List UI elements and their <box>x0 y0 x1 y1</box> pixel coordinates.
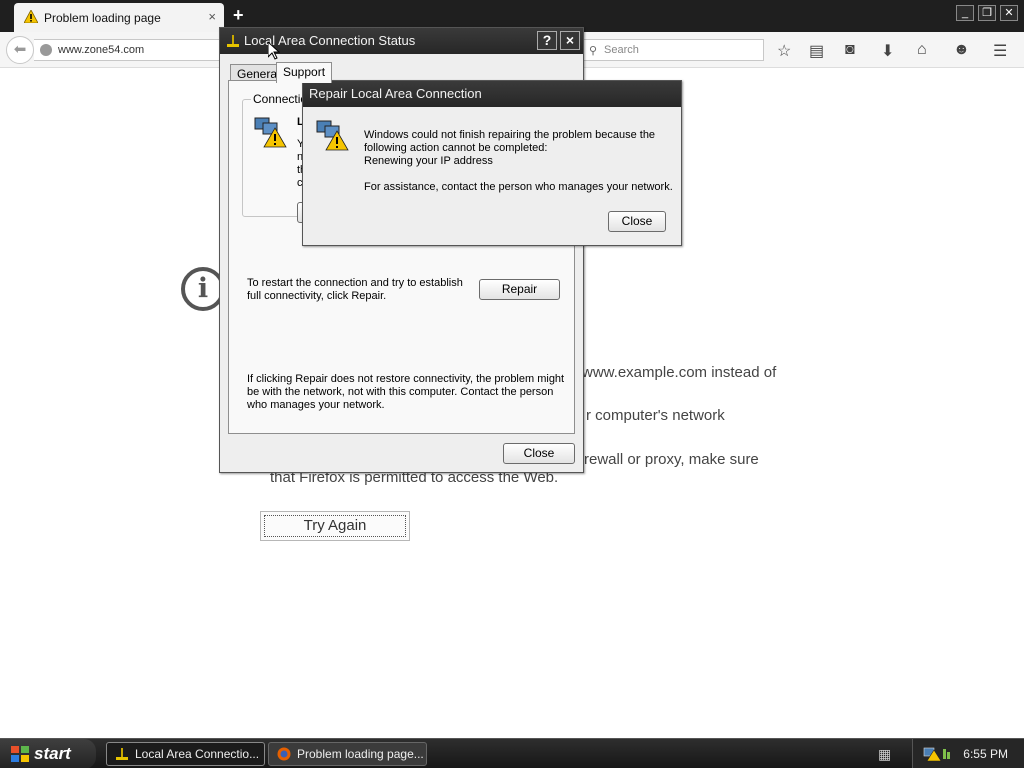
pocket-icon[interactable]: ◙ <box>845 41 855 59</box>
taskbar-item-firefox[interactable]: Problem loading page... <box>268 742 427 766</box>
network-connection-icon <box>116 748 128 760</box>
search-placeholder: Search <box>604 44 639 56</box>
network-warning-icon <box>316 120 349 151</box>
minimize-button[interactable]: _ <box>956 5 974 21</box>
search-input[interactable]: ⚲ Search <box>582 39 764 61</box>
mouse-cursor-icon <box>268 42 280 60</box>
system-clock: 6:55 PM <box>963 747 1008 761</box>
windows-logo-icon <box>11 746 29 762</box>
repair-button[interactable]: Repair <box>479 279 560 300</box>
help-button[interactable]: ? <box>537 31 557 50</box>
start-label: start <box>34 744 71 763</box>
globe-icon <box>40 44 52 56</box>
bookmark-star-icon[interactable]: ☆ <box>777 41 791 61</box>
browser-tab[interactable]: Problem loading page × <box>14 3 224 32</box>
try-again-label: Try Again <box>264 515 406 537</box>
new-tab-button[interactable]: + <box>233 5 244 26</box>
tab-support[interactable]: Support <box>276 62 333 83</box>
error-text-line-2: r computer's network <box>586 407 725 424</box>
repair-help-text: If clicking Repair does not restore conn… <box>247 373 565 411</box>
firefox-icon <box>277 747 291 761</box>
restore-button[interactable]: ❐ <box>978 5 996 21</box>
repair-message-line-2: following action cannot be completed: <box>364 142 548 154</box>
repair-title-bar[interactable]: Repair Local Area Connection <box>303 81 681 107</box>
taskbar-item-connection-status[interactable]: Local Area Connectio... <box>106 742 265 766</box>
home-icon[interactable]: ⌂ <box>917 41 927 59</box>
network-warning-icon <box>254 117 287 148</box>
back-arrow-icon: ⬅ <box>13 41 27 58</box>
window-close-button[interactable]: ✕ <box>1000 5 1018 21</box>
repair-message-line-1: Windows could not finish repairing the p… <box>364 129 656 141</box>
repair-close-button[interactable]: Close <box>608 211 666 232</box>
smiley-icon[interactable]: ☻ <box>953 41 970 59</box>
repair-result-dialog: Repair Local Area Connection Windows cou… <box>302 80 682 246</box>
taskbar: start Local Area Connectio... Problem lo… <box>0 738 1024 768</box>
error-text-line-3: rewall or proxy, make sure <box>584 451 759 468</box>
try-again-button[interactable]: Try Again <box>260 511 410 541</box>
keyboard-icon[interactable]: ▦ <box>878 746 891 763</box>
reading-list-icon[interactable]: ▤ <box>809 41 824 61</box>
search-icon: ⚲ <box>589 45 598 57</box>
start-button[interactable]: start <box>0 739 96 768</box>
tab-close-icon[interactable]: × <box>208 9 216 24</box>
error-text-line-1: www.example.com instead of <box>582 364 777 381</box>
repair-dialog-title: Repair Local Area Connection <box>309 86 482 101</box>
url-text: www.zone54.com <box>58 44 145 56</box>
back-button[interactable]: ⬅ <box>6 36 34 64</box>
menu-icon[interactable]: ☰ <box>993 41 1007 61</box>
repair-instructions: To restart the connection and try to est… <box>247 277 463 302</box>
repair-message-line-3: Renewing your IP address <box>364 155 493 167</box>
network-tray-warning-icon[interactable] <box>923 746 953 762</box>
system-tray: 6:55 PM <box>912 739 1024 768</box>
tab-title: Problem loading page <box>44 11 161 25</box>
status-close-button[interactable]: Close <box>503 443 575 464</box>
repair-message-line-4: For assistance, contact the person who m… <box>364 181 673 193</box>
warning-icon <box>24 10 38 23</box>
dialog-close-button[interactable]: × <box>560 31 580 50</box>
taskbar-item-label: Problem loading page... <box>297 747 424 761</box>
network-connection-icon <box>227 35 239 47</box>
taskbar-item-label: Local Area Connectio... <box>135 747 260 761</box>
url-bar[interactable]: www.zone54.com <box>34 39 234 61</box>
download-icon[interactable]: ⬇ <box>881 41 894 61</box>
